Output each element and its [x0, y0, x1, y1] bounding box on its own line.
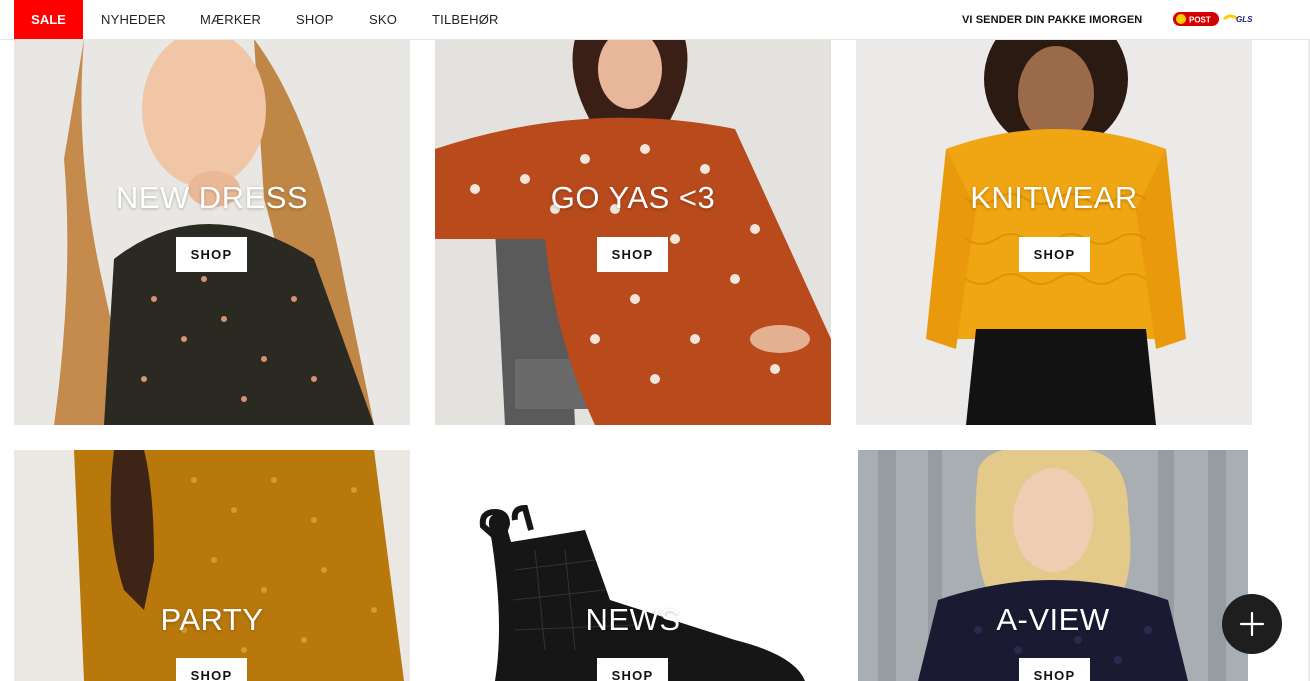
- tile-title: GO YAS <3: [550, 180, 716, 215]
- shop-button[interactable]: SHOP: [176, 237, 247, 272]
- svg-text:GLS: GLS: [1236, 15, 1253, 24]
- tile-title: KNITWEAR: [970, 180, 1138, 215]
- go-yas-image: [435, 39, 831, 425]
- carrier-logos: POST GLS: [1173, 12, 1253, 26]
- nav-item-nyheder[interactable]: NYHEDER: [101, 0, 166, 39]
- a-view-image: [858, 450, 1248, 681]
- shipping-note: VI SENDER DIN PAKKE IMORGEN: [962, 13, 1143, 26]
- category-tile-a-view[interactable]: A-VIEW SHOP: [858, 450, 1248, 681]
- nav-item-tilbehor[interactable]: TILBEHØR: [432, 0, 499, 39]
- category-tile-new-dress[interactable]: NEW DRESS SHOP: [14, 39, 410, 425]
- shop-button[interactable]: SHOP: [597, 658, 668, 681]
- top-navigation: SALE NYHEDER MÆRKER SHOP SKO TILBEHØR VI…: [0, 0, 1310, 40]
- category-tile-go-yas[interactable]: GO YAS <3 SHOP: [435, 39, 831, 425]
- category-tile-news[interactable]: NEWS SHOP: [435, 450, 831, 681]
- gls-logo: GLS: [1222, 14, 1253, 24]
- tile-title: NEW DRESS: [115, 180, 309, 215]
- new-dress-image: [14, 39, 410, 425]
- tile-title: PARTY: [160, 602, 264, 637]
- shop-button[interactable]: SHOP: [176, 658, 247, 681]
- knitwear-image: [856, 39, 1252, 425]
- post-logo: POST: [1173, 12, 1219, 26]
- nav-item-shop[interactable]: SHOP: [296, 0, 334, 39]
- plus-icon: [1239, 611, 1265, 637]
- party-image: [14, 450, 410, 681]
- shop-button[interactable]: SHOP: [1019, 237, 1090, 272]
- nav-item-sko[interactable]: SKO: [369, 0, 397, 39]
- news-boot-image: [435, 450, 831, 681]
- nav-item-maerker[interactable]: MÆRKER: [200, 0, 261, 39]
- svg-text:POST: POST: [1189, 16, 1211, 25]
- tile-title: NEWS: [585, 602, 681, 637]
- floating-add-button[interactable]: [1222, 594, 1282, 654]
- tile-title: A-VIEW: [996, 602, 1110, 637]
- category-tile-knitwear[interactable]: KNITWEAR SHOP: [856, 39, 1252, 425]
- nav-sale-link[interactable]: SALE: [14, 0, 83, 39]
- shop-button[interactable]: SHOP: [597, 237, 668, 272]
- shop-button[interactable]: SHOP: [1019, 658, 1090, 681]
- category-tile-party[interactable]: PARTY SHOP: [14, 450, 410, 681]
